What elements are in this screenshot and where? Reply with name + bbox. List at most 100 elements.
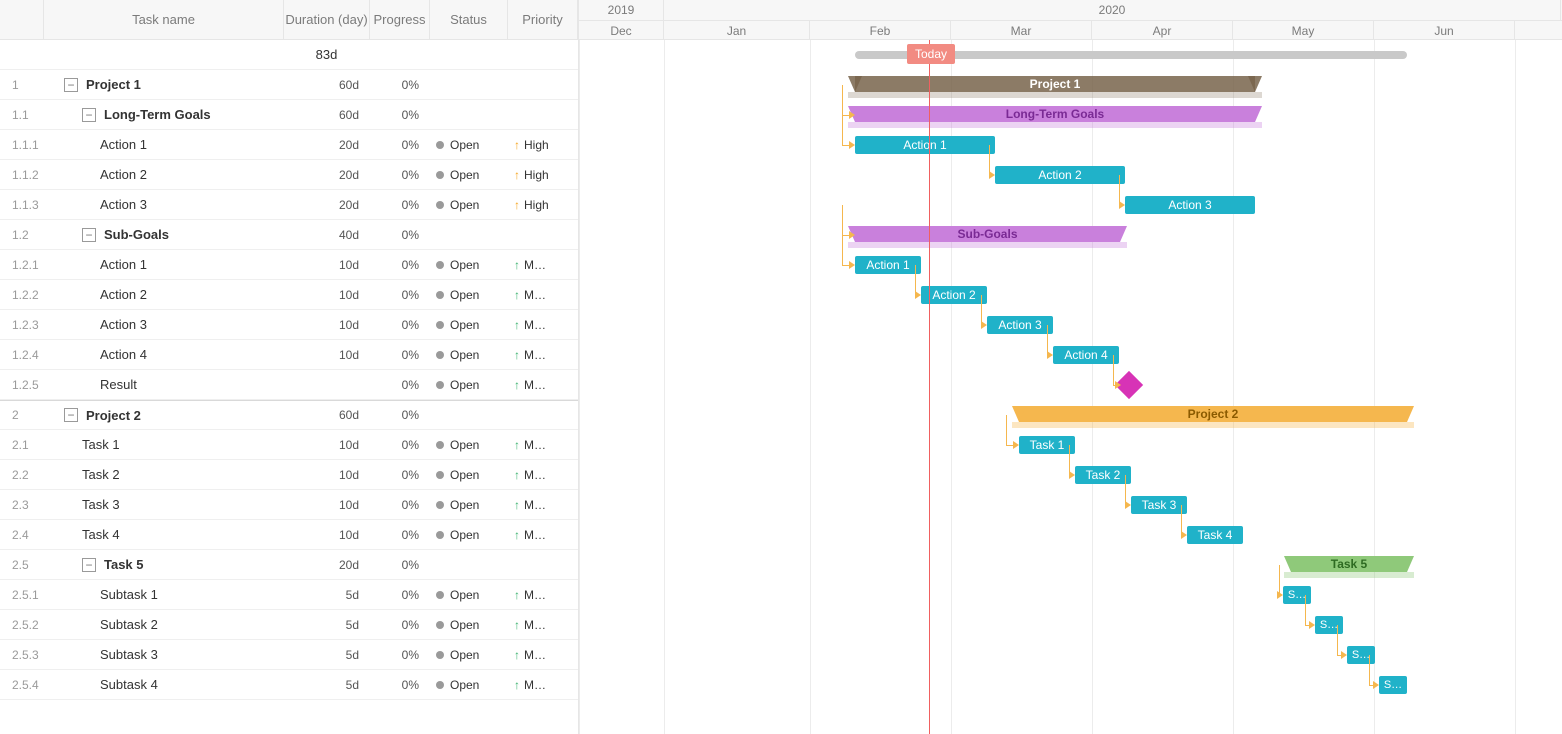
status-cell[interactable]: Open xyxy=(430,460,508,490)
priority-cell[interactable]: ↑M… xyxy=(508,670,578,700)
priority-cell[interactable]: ↑M… xyxy=(508,340,578,370)
status-cell[interactable]: Open xyxy=(430,490,508,520)
progress-cell[interactable]: 0% xyxy=(370,340,430,370)
collapse-toggle[interactable] xyxy=(64,78,78,92)
status-cell[interactable]: Open xyxy=(430,340,508,370)
duration-cell[interactable]: 60d xyxy=(284,70,370,100)
task-bar[interactable]: Action 1 xyxy=(855,256,921,274)
task-bar[interactable]: Action 2 xyxy=(995,166,1125,184)
duration-cell[interactable]: 10d xyxy=(284,340,370,370)
progress-cell[interactable]: 0% xyxy=(370,640,430,670)
priority-cell[interactable]: ↑High xyxy=(508,130,578,160)
table-row[interactable]: 1.2.3Action 310d0%Open↑M… xyxy=(0,310,578,340)
task-bar[interactable]: Task 4 xyxy=(1187,526,1243,544)
collapse-toggle[interactable] xyxy=(82,228,96,242)
duration-cell[interactable]: 20d xyxy=(284,190,370,220)
status-cell[interactable]: Open xyxy=(430,670,508,700)
duration-cell[interactable]: 5d xyxy=(284,670,370,700)
task-bar[interactable]: Task 2 xyxy=(1075,466,1131,484)
table-row[interactable]: 2.5.1Subtask 15d0%Open↑M… xyxy=(0,580,578,610)
table-row[interactable]: 1.2.4Action 410d0%Open↑M… xyxy=(0,340,578,370)
table-row[interactable]: 1.2.5Result0%Open↑M… xyxy=(0,370,578,400)
task-bar[interactable]: S… xyxy=(1379,676,1407,694)
priority-cell[interactable] xyxy=(508,100,578,130)
duration-cell[interactable]: 10d xyxy=(284,280,370,310)
table-row[interactable]: 2.5.3Subtask 35d0%Open↑M… xyxy=(0,640,578,670)
table-row[interactable]: 2Project 260d0% xyxy=(0,400,578,430)
duration-cell[interactable]: 60d xyxy=(284,400,370,430)
progress-cell[interactable]: 0% xyxy=(370,490,430,520)
task-bar[interactable]: Action 3 xyxy=(1125,196,1255,214)
priority-cell[interactable]: ↑M… xyxy=(508,280,578,310)
table-row[interactable]: 1.1.1Action 120d0%Open↑High xyxy=(0,130,578,160)
collapse-toggle[interactable] xyxy=(64,408,78,422)
col-header-priority[interactable]: Priority xyxy=(508,0,578,39)
progress-cell[interactable]: 0% xyxy=(370,580,430,610)
table-row[interactable]: 2.1Task 110d0%Open↑M… xyxy=(0,430,578,460)
task-bar[interactable]: S… xyxy=(1347,646,1375,664)
duration-cell[interactable]: 10d xyxy=(284,310,370,340)
duration-cell[interactable]: 60d xyxy=(284,100,370,130)
priority-cell[interactable]: ↑M… xyxy=(508,520,578,550)
duration-cell[interactable]: 10d xyxy=(284,430,370,460)
priority-cell[interactable]: ↑M… xyxy=(508,460,578,490)
task-bar[interactable]: Action 2 xyxy=(921,286,987,304)
status-cell[interactable]: Open xyxy=(430,250,508,280)
progress-cell[interactable]: 0% xyxy=(370,460,430,490)
priority-cell[interactable]: ↑M… xyxy=(508,610,578,640)
progress-cell[interactable]: 0% xyxy=(370,610,430,640)
priority-cell[interactable]: ↑M… xyxy=(508,310,578,340)
priority-cell[interactable] xyxy=(508,550,578,580)
duration-cell[interactable]: 5d xyxy=(284,640,370,670)
status-cell[interactable]: Open xyxy=(430,610,508,640)
duration-cell[interactable]: 40d xyxy=(284,220,370,250)
progress-cell[interactable]: 0% xyxy=(370,520,430,550)
progress-cell[interactable]: 0% xyxy=(370,70,430,100)
table-row[interactable]: 1.2.1Action 110d0%Open↑M… xyxy=(0,250,578,280)
table-row[interactable]: 2.4Task 410d0%Open↑M… xyxy=(0,520,578,550)
status-cell[interactable] xyxy=(430,100,508,130)
table-row[interactable]: 1.2Sub-Goals40d0% xyxy=(0,220,578,250)
col-header-progress[interactable]: Progress xyxy=(370,0,430,39)
table-row[interactable]: 2.5Task 520d0% xyxy=(0,550,578,580)
task-bar[interactable]: Task 3 xyxy=(1131,496,1187,514)
progress-cell[interactable]: 0% xyxy=(370,220,430,250)
col-header-duration[interactable]: Duration (day) xyxy=(284,0,370,39)
col-header-id[interactable] xyxy=(0,0,44,39)
duration-cell[interactable]: 20d xyxy=(284,130,370,160)
gantt-chart-area[interactable]: TodayProject 1Long-Term GoalsAction 1Act… xyxy=(578,40,1562,734)
status-cell[interactable]: Open xyxy=(430,130,508,160)
priority-cell[interactable]: ↑High xyxy=(508,160,578,190)
priority-cell[interactable]: ↑M… xyxy=(508,490,578,520)
group-bar[interactable]: Long-Term Goals xyxy=(855,106,1255,122)
status-cell[interactable]: Open xyxy=(430,190,508,220)
table-row[interactable]: 1.1.3Action 320d0%Open↑High xyxy=(0,190,578,220)
status-cell[interactable]: Open xyxy=(430,160,508,190)
table-row[interactable]: 2.5.2Subtask 25d0%Open↑M… xyxy=(0,610,578,640)
table-row[interactable]: 2.5.4Subtask 45d0%Open↑M… xyxy=(0,670,578,700)
group-bar[interactable]: Task 5 xyxy=(1291,556,1407,572)
duration-cell[interactable]: 20d xyxy=(284,550,370,580)
duration-cell[interactable]: 5d xyxy=(284,610,370,640)
col-header-taskname[interactable]: Task name xyxy=(44,0,284,39)
progress-cell[interactable]: 0% xyxy=(370,310,430,340)
group-bar[interactable]: Sub-Goals xyxy=(855,226,1120,242)
group-bar[interactable]: Project 2 xyxy=(1019,406,1407,422)
progress-cell[interactable]: 0% xyxy=(370,400,430,430)
status-cell[interactable] xyxy=(430,550,508,580)
priority-cell[interactable] xyxy=(508,400,578,430)
progress-cell[interactable]: 0% xyxy=(370,670,430,700)
duration-cell[interactable]: 10d xyxy=(284,460,370,490)
progress-cell[interactable]: 0% xyxy=(370,430,430,460)
task-bar[interactable]: Action 3 xyxy=(987,316,1053,334)
duration-cell[interactable]: 10d xyxy=(284,520,370,550)
priority-cell[interactable]: ↑M… xyxy=(508,430,578,460)
table-row[interactable]: 1.2.2Action 210d0%Open↑M… xyxy=(0,280,578,310)
task-bar[interactable]: Action 1 xyxy=(855,136,995,154)
priority-cell[interactable] xyxy=(508,220,578,250)
priority-cell[interactable]: ↑High xyxy=(508,190,578,220)
priority-cell[interactable]: ↑M… xyxy=(508,250,578,280)
status-cell[interactable]: Open xyxy=(430,430,508,460)
priority-cell[interactable]: ↑M… xyxy=(508,370,578,400)
status-cell[interactable]: Open xyxy=(430,370,508,400)
